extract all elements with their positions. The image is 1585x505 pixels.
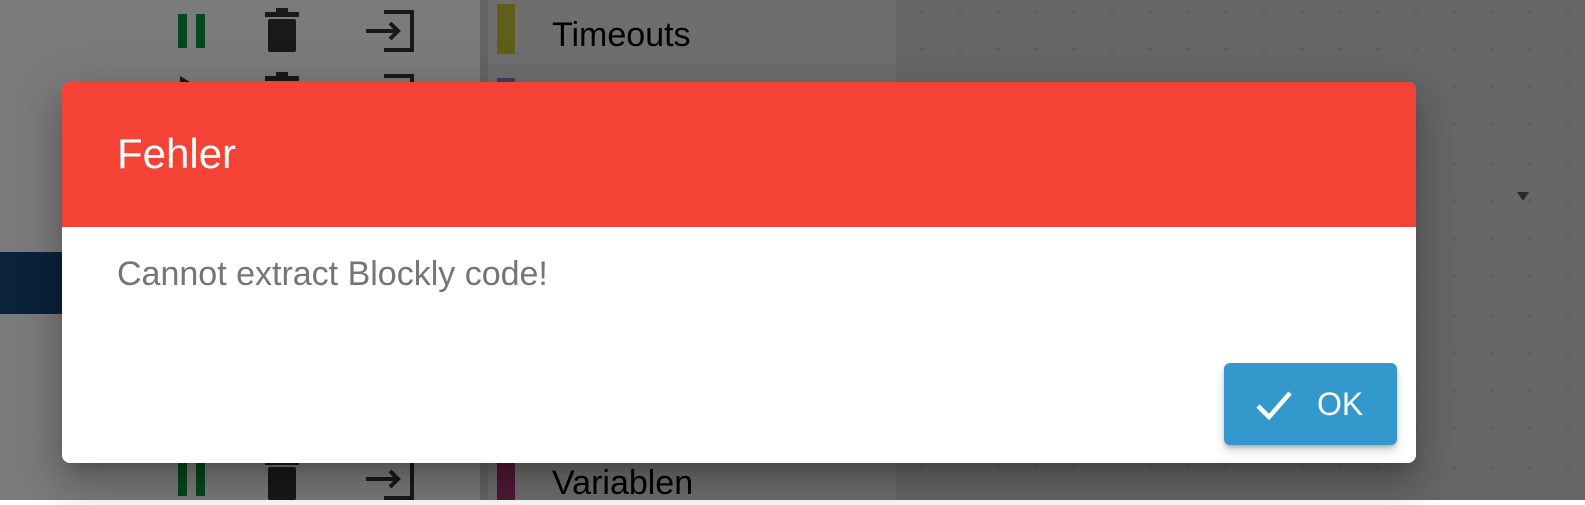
error-dialog: Fehler Cannot extract Blockly code! OK: [62, 82, 1416, 463]
ok-button-label: OK: [1317, 386, 1364, 422]
check-icon: [1256, 389, 1292, 421]
dialog-header: Fehler: [62, 82, 1416, 227]
dialog-message: Cannot extract Blockly code!: [117, 255, 548, 293]
dialog-title: Fehler: [117, 130, 237, 177]
ok-button[interactable]: OK: [1224, 363, 1397, 445]
